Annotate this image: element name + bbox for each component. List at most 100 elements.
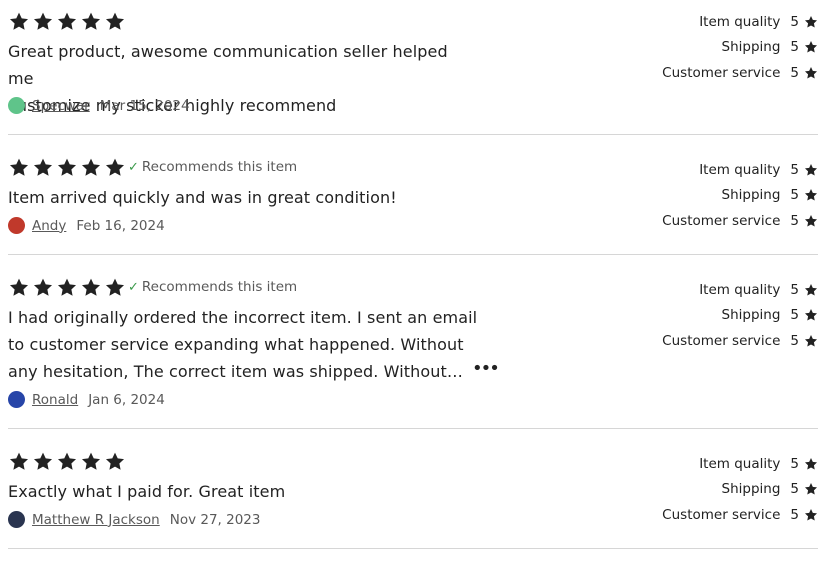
star-icon (8, 451, 30, 472)
star-icon (8, 11, 30, 32)
sub-ratings: Item quality 5 Shipping 5 Customer service 5 (618, 277, 818, 354)
sub-rating-value: 5 (790, 281, 799, 298)
review-text-line: Item arrived quickly and was in great co… (8, 188, 397, 207)
star-icon (104, 157, 126, 178)
recommends-label: Recommends this item (141, 279, 298, 295)
avatar (8, 97, 25, 114)
author-link[interactable]: Ronald (32, 392, 78, 408)
rating-stars (8, 277, 126, 298)
author-link[interactable]: Specwar (32, 98, 90, 114)
star-icon (80, 277, 102, 298)
star-icon (804, 214, 818, 228)
sub-rating-row: Item quality 5 (618, 9, 818, 35)
star-icon (104, 277, 126, 298)
star-icon (56, 157, 78, 178)
review-text: Item arrived quickly and was in great co… (8, 184, 478, 211)
star-icon (32, 11, 54, 32)
sub-rating-label: Item quality (699, 13, 781, 30)
sub-rating-row: Customer service 5 (618, 60, 818, 86)
star-icon (804, 66, 818, 80)
star-icon (804, 308, 818, 322)
review-text-line: Great product, awesome communication sel… (8, 42, 448, 88)
avatar (8, 511, 25, 528)
rating-stars (8, 157, 126, 178)
sub-rating-row: Item quality 5 (618, 451, 818, 477)
sub-rating-label: Item quality (699, 281, 781, 298)
sub-rating-row: Shipping 5 (618, 477, 818, 503)
star-icon (80, 451, 102, 472)
sub-rating-label: Shipping (721, 39, 781, 56)
review-meta: Matthew R Jackson Nov 27, 2023 (8, 511, 260, 528)
review-meta: Specwar Mar 15, 2024 (8, 97, 190, 114)
star-icon (104, 11, 126, 32)
avatar (8, 217, 25, 234)
star-icon (104, 451, 126, 472)
sub-rating-label: Item quality (699, 161, 781, 178)
star-icon (32, 277, 54, 298)
sub-rating-row: Shipping 5 (618, 183, 818, 209)
review-text: I had originally ordered the incorrect i… (8, 304, 478, 385)
sub-rating-value: 5 (790, 332, 799, 349)
review-card: Exactly what I paid for. Great item Matth… (8, 429, 818, 549)
sub-rating-value: 5 (790, 39, 799, 56)
star-icon (804, 508, 818, 522)
star-icon (804, 334, 818, 348)
star-icon (80, 11, 102, 32)
sub-rating-label: Customer service (662, 506, 781, 523)
more-icon[interactable]: ••• (472, 358, 500, 379)
review-date: Nov 27, 2023 (169, 511, 261, 528)
star-icon (804, 163, 818, 177)
author-link[interactable]: Andy (32, 218, 66, 234)
review-text-line: I had originally ordered the incorrect i… (8, 308, 478, 327)
sub-rating-row: Item quality 5 (618, 157, 818, 183)
rating-stars (8, 11, 126, 32)
review-date: Mar 15, 2024 (99, 97, 190, 114)
sub-rating-label: Shipping (721, 187, 781, 204)
review-date: Feb 16, 2024 (76, 217, 165, 234)
review-text-line: any hesitation, The correct item was shi… (8, 362, 464, 381)
star-icon (804, 188, 818, 202)
sub-rating-label: Shipping (721, 481, 781, 498)
star-icon (804, 283, 818, 297)
review-text-line: Exactly what I paid for. Great item (8, 482, 286, 501)
review-card: ✓ Recommends this item I had originally or… (8, 255, 818, 429)
sub-rating-value: 5 (790, 307, 799, 324)
star-icon (56, 451, 78, 472)
check-icon: ✓ (128, 279, 139, 295)
star-icon (804, 15, 818, 29)
star-icon (80, 157, 102, 178)
sub-rating-value: 5 (790, 161, 799, 178)
star-icon (56, 277, 78, 298)
star-icon (804, 482, 818, 496)
review-meta: Andy Feb 16, 2024 (8, 217, 165, 234)
star-icon (8, 277, 30, 298)
star-icon (804, 40, 818, 54)
rating-stars (8, 451, 126, 472)
sub-rating-value: 5 (790, 187, 799, 204)
sub-rating-label: Customer service (662, 64, 781, 81)
sub-rating-value: 5 (790, 64, 799, 81)
star-icon (804, 457, 818, 471)
sub-rating-row: Item quality 5 (618, 277, 818, 303)
sub-rating-row: Customer service 5 (618, 502, 818, 528)
review-card: Great product, awesome communication sel… (8, 0, 818, 135)
sub-rating-label: Shipping (721, 307, 781, 324)
sub-rating-label: Customer service (662, 212, 781, 229)
sub-ratings: Item quality 5 Shipping 5 Customer service 5 (618, 157, 818, 234)
review-card: ✓ Recommends this item Item arrived quickl… (8, 135, 818, 255)
author-link[interactable]: Matthew R Jackson (32, 512, 160, 528)
review-text: Exactly what I paid for. Great item (8, 478, 478, 505)
check-icon: ✓ (128, 159, 139, 175)
sub-ratings: Item quality 5 Shipping 5 Customer service 5 (618, 9, 818, 86)
star-icon (32, 157, 54, 178)
sub-rating-row: Customer service 5 (618, 328, 818, 354)
sub-rating-label: Customer service (662, 332, 781, 349)
sub-ratings: Item quality 5 Shipping 5 Customer service 5 (618, 451, 818, 528)
reviews-list: Great product, awesome communication sel… (0, 0, 838, 549)
sub-rating-value: 5 (790, 455, 799, 472)
sub-rating-row: Customer service 5 (618, 208, 818, 234)
sub-rating-row: Shipping 5 (618, 35, 818, 61)
sub-rating-value: 5 (790, 481, 799, 498)
recommends-badge: ✓ Recommends this item (128, 279, 297, 295)
sub-rating-value: 5 (790, 212, 799, 229)
